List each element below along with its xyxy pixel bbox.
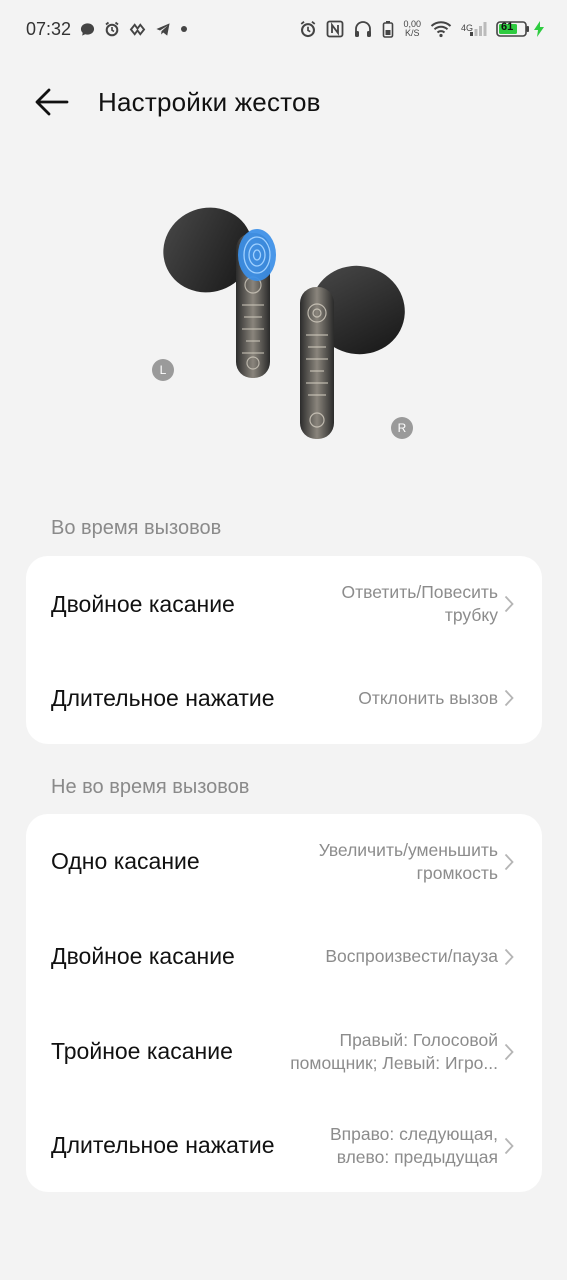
right-earbud: [300, 265, 405, 439]
row-label: Одно касание: [51, 848, 200, 874]
wifi-icon: [430, 20, 452, 38]
card-not-during-calls: Одно касание Увеличить/уменьшить громкос…: [26, 814, 542, 1192]
row-right: Отклонить вызов: [358, 687, 516, 710]
row-value: Вправо: следующая, влево: предыдущая: [329, 1123, 498, 1167]
chevron-right-icon: [502, 946, 516, 968]
row-label: Двойное касание: [51, 943, 235, 969]
vpn-icon: [129, 22, 146, 37]
left-earbud-label-text: L: [159, 363, 167, 377]
arrow-left-icon: [35, 88, 69, 116]
row-value-line-2: помощник; Левый: Игро...: [290, 1052, 498, 1073]
row-right: Вправо: следующая, влево: предыдущая: [308, 1123, 516, 1169]
row-label: Длительное нажатие: [51, 684, 275, 711]
status-bar: 07:32 0,00 K/S 4G 61: [0, 0, 567, 58]
right-earbud-label-text: R: [397, 421, 407, 435]
row-value: Отклонить вызов: [358, 687, 498, 708]
status-time: 07:32: [26, 18, 72, 39]
alarm-icon: [299, 20, 317, 38]
dot-icon: [180, 25, 188, 33]
row-right: Правый: Голосовой помощник; Левый: Игро.…: [270, 1029, 516, 1075]
status-left: 07:32: [26, 19, 188, 40]
battery-saver-icon: [382, 20, 394, 38]
status-right: 0,00 K/S 4G 61: [299, 20, 545, 38]
page-title: Настройки жестов: [98, 87, 321, 117]
row-label: Тройное касание: [51, 1038, 233, 1064]
left-earbud-label: L: [152, 359, 174, 381]
section-label-not-during-calls: Не во время вызовов: [51, 776, 250, 798]
row-value: Ответить/Повесить трубку: [341, 582, 498, 625]
battery-level: 61: [501, 21, 514, 33]
signal-icon: [469, 21, 487, 37]
back-button[interactable]: [32, 84, 72, 120]
chevron-right-icon: [502, 1041, 516, 1063]
setting-row-long-press[interactable]: Длительное нажатие Вправо: следующая, вл…: [26, 1099, 542, 1192]
row-label: Двойное касание: [51, 590, 235, 617]
row-right: Ответить/Повесить трубку: [318, 581, 516, 627]
row-right: Увеличить/уменьшить громкость: [283, 839, 516, 885]
headphones-icon: [353, 20, 373, 38]
net-speed-unit: K/S: [404, 28, 420, 38]
setting-row-double-tap-call[interactable]: Двойное касание Ответить/Повесить трубку: [26, 556, 542, 652]
card-during-calls: Двойное касание Ответить/Повесить трубку…: [26, 556, 542, 744]
right-earbud-label: R: [391, 417, 413, 439]
chevron-right-icon: [502, 851, 516, 873]
message-icon: [80, 22, 95, 37]
alarm-icon: [104, 21, 120, 37]
row-value: Воспроизвести/пауза: [325, 946, 498, 966]
earbuds-image: [163, 207, 405, 439]
left-earbud: [163, 207, 276, 378]
row-value: Правый: Голосовой помощник; Левый: Игро.…: [270, 1029, 498, 1075]
telegram-icon: [155, 22, 171, 37]
chevron-right-icon: [502, 593, 516, 615]
app-bar: Настройки жестов: [0, 70, 567, 134]
chevron-right-icon: [502, 1135, 516, 1157]
charging-icon: [533, 20, 545, 38]
signal-group: 4G: [461, 21, 487, 37]
row-value-line-1: Правый: Голосовой: [339, 1029, 499, 1050]
earbuds-illustration: L R: [140, 195, 430, 455]
row-right: Воспроизвести/пауза: [325, 945, 516, 968]
setting-row-double-tap[interactable]: Двойное касание Воспроизвести/пауза: [26, 909, 542, 1004]
setting-row-single-tap[interactable]: Одно касание Увеличить/уменьшить громкос…: [26, 814, 542, 909]
setting-row-long-press-call[interactable]: Длительное нажатие Отклонить вызов: [26, 652, 542, 744]
battery-icon: 61: [496, 20, 530, 38]
row-value: Увеличить/уменьшить громкость: [318, 839, 498, 883]
row-label: Длительное нажатие: [51, 1132, 275, 1158]
nfc-icon: [326, 20, 344, 38]
chevron-right-icon: [502, 687, 516, 709]
net-speed: 0,00 K/S: [403, 20, 421, 38]
setting-row-triple-tap[interactable]: Тройное касание Правый: Голосовой помощн…: [26, 1004, 542, 1099]
section-label-during-calls: Во время вызовов: [51, 517, 222, 539]
